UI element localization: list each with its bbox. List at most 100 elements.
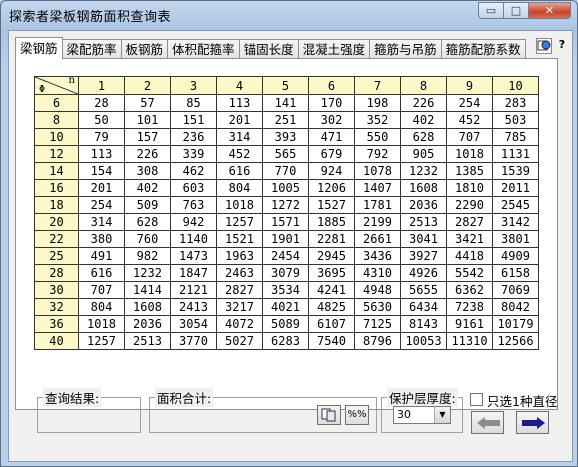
copy-button[interactable] [317, 405, 341, 425]
column-header[interactable]: 10 [492, 76, 539, 95]
area-cell[interactable]: 308 [124, 162, 171, 180]
cover-thickness-select[interactable]: 30 ▼ [393, 406, 451, 424]
area-cell[interactable]: 452 [446, 111, 493, 129]
row-header-diameter[interactable]: 8 [34, 111, 79, 129]
area-cell[interactable]: 2827 [216, 281, 263, 299]
area-cell[interactable]: 402 [400, 111, 447, 129]
area-cell[interactable]: 6434 [400, 298, 447, 316]
row-header-diameter[interactable]: 12 [34, 145, 79, 163]
area-cell[interactable]: 679 [308, 145, 355, 163]
area-cell[interactable]: 1571 [262, 213, 309, 231]
back-button[interactable] [471, 411, 504, 434]
area-cell[interactable]: 7069 [492, 281, 539, 299]
area-cell[interactable]: 3801 [492, 230, 539, 248]
area-cell[interactable]: 5630 [354, 298, 401, 316]
chevron-down-icon[interactable]: ▼ [434, 407, 450, 423]
area-cell[interactable]: 924 [308, 162, 355, 180]
area-cell[interactable]: 3695 [308, 264, 355, 282]
area-cell[interactable]: 1781 [354, 196, 401, 214]
area-cell[interactable]: 2121 [170, 281, 217, 299]
area-cell[interactable]: 3142 [492, 213, 539, 231]
tab-slab-rebar[interactable]: 板钢筋 [120, 39, 169, 59]
tab-stirrup-hanger[interactable]: 箍筋与吊筋 [369, 39, 442, 59]
area-cell[interactable]: 462 [170, 162, 217, 180]
area-cell[interactable]: 302 [308, 111, 355, 129]
area-cell[interactable]: 4926 [400, 264, 447, 282]
title-bar[interactable]: 探索者梁板钢筋面积查询表 ▭ □ ✕ [1, 1, 577, 27]
area-cell[interactable]: 1885 [308, 213, 355, 231]
area-cell[interactable]: 1810 [446, 179, 493, 197]
area-cell[interactable]: 85 [170, 94, 217, 112]
help-icon[interactable]: ? [554, 38, 570, 54]
area-cell[interactable]: 50 [78, 111, 125, 129]
close-button[interactable]: ✕ [528, 2, 571, 19]
area-cell[interactable]: 1078 [354, 162, 401, 180]
area-cell[interactable]: 9161 [446, 315, 493, 333]
area-cell[interactable]: 2036 [400, 196, 447, 214]
area-cell[interactable]: 57 [124, 94, 171, 112]
area-cell[interactable]: 226 [124, 145, 171, 163]
area-cell[interactable]: 1232 [400, 162, 447, 180]
area-cell[interactable]: 1018 [78, 315, 125, 333]
area-cell[interactable]: 198 [354, 94, 401, 112]
area-cell[interactable]: 1539 [492, 162, 539, 180]
area-cell[interactable]: 6107 [308, 315, 355, 333]
area-cell[interactable]: 491 [78, 247, 125, 265]
area-cell[interactable]: 1901 [262, 230, 309, 248]
area-cell[interactable]: 707 [446, 128, 493, 146]
area-cell[interactable]: 283 [492, 94, 539, 112]
area-cell[interactable]: 603 [170, 179, 217, 197]
area-cell[interactable]: 452 [216, 145, 263, 163]
area-cell[interactable]: 7125 [354, 315, 401, 333]
area-cell[interactable]: 1206 [308, 179, 355, 197]
area-cell[interactable]: 2454 [262, 247, 309, 265]
area-cell[interactable]: 804 [216, 179, 263, 197]
area-cell[interactable]: 2545 [492, 196, 539, 214]
tab-stirrup-coefficient[interactable]: 箍筋配筋系数 [440, 39, 526, 59]
area-cell[interactable]: 10053 [400, 332, 447, 350]
column-header[interactable]: 8 [400, 76, 447, 95]
area-cell[interactable]: 550 [354, 128, 401, 146]
area-cell[interactable]: 1414 [124, 281, 171, 299]
area-cell[interactable]: 1018 [216, 196, 263, 214]
area-cell[interactable]: 770 [262, 162, 309, 180]
area-cell[interactable]: 7540 [308, 332, 355, 350]
area-cell[interactable]: 1257 [78, 332, 125, 350]
area-cell[interactable]: 760 [124, 230, 171, 248]
area-cell[interactable]: 254 [446, 94, 493, 112]
area-cell[interactable]: 2036 [124, 315, 171, 333]
tab-concrete-strength[interactable]: 混凝土强度 [297, 39, 371, 59]
area-cell[interactable]: 905 [400, 145, 447, 163]
row-header-diameter[interactable]: 30 [34, 281, 79, 299]
area-cell[interactable]: 1963 [216, 247, 263, 265]
area-cell[interactable]: 2661 [354, 230, 401, 248]
area-cell[interactable]: 1272 [262, 196, 309, 214]
area-cell[interactable]: 3421 [446, 230, 493, 248]
column-header[interactable]: 3 [170, 76, 217, 95]
area-cell[interactable]: 792 [354, 145, 401, 163]
percent-button[interactable]: %% [345, 405, 369, 425]
single-diameter-checkbox[interactable] [470, 393, 483, 406]
area-cell[interactable]: 1473 [170, 247, 217, 265]
area-cell[interactable]: 2281 [308, 230, 355, 248]
area-cell[interactable]: 157 [124, 128, 171, 146]
minimize-button[interactable]: ▭ [478, 2, 503, 19]
column-header[interactable]: 4 [216, 76, 263, 95]
area-cell[interactable]: 251 [262, 111, 309, 129]
area-cell[interactable]: 8143 [400, 315, 447, 333]
area-cell[interactable]: 154 [78, 162, 125, 180]
area-cell[interactable]: 1385 [446, 162, 493, 180]
area-cell[interactable]: 1608 [400, 179, 447, 197]
area-cell[interactable]: 4418 [446, 247, 493, 265]
area-cell[interactable]: 339 [170, 145, 217, 163]
area-cell[interactable]: 2945 [308, 247, 355, 265]
area-cell[interactable]: 3079 [262, 264, 309, 282]
area-cell[interactable]: 3054 [170, 315, 217, 333]
area-cell[interactable]: 707 [78, 281, 125, 299]
row-header-diameter[interactable]: 25 [34, 247, 79, 265]
row-header-diameter[interactable]: 28 [34, 264, 79, 282]
area-cell[interactable]: 804 [78, 298, 125, 316]
area-cell[interactable]: 8042 [492, 298, 539, 316]
area-cell[interactable]: 4948 [354, 281, 401, 299]
column-header[interactable]: 2 [124, 76, 171, 95]
